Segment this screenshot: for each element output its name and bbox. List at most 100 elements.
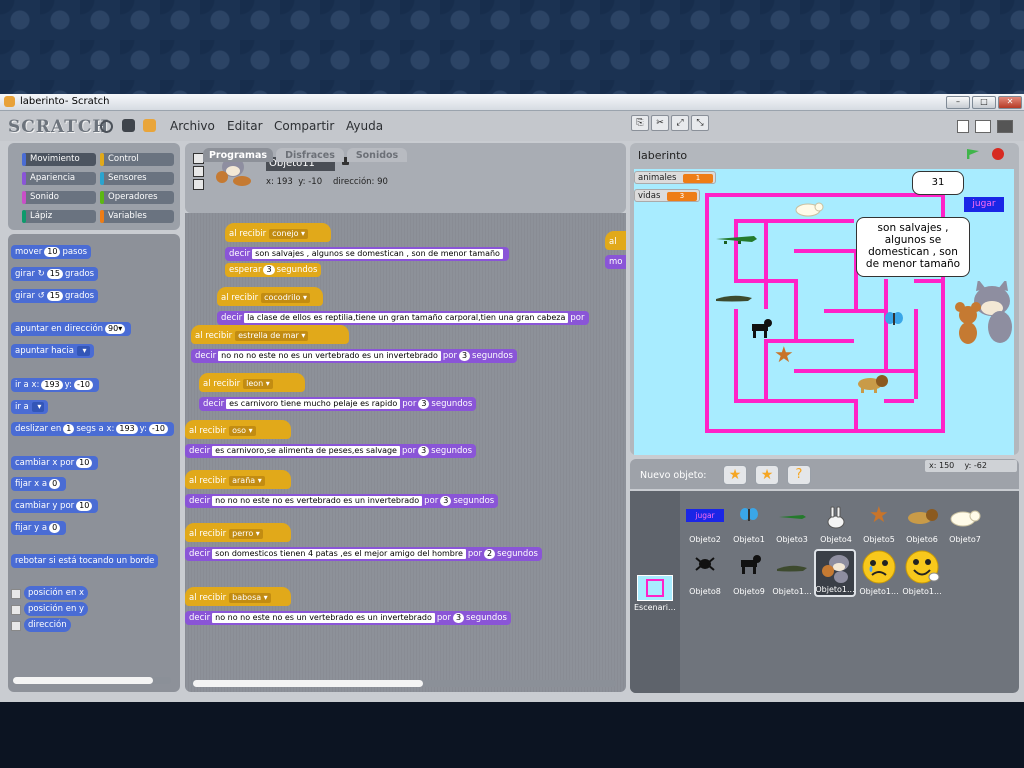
block-apuntar-direccion[interactable]: apuntar en dirección 90▾ — [11, 322, 132, 336]
choose-sprite-button[interactable]: ★ — [755, 465, 779, 485]
minimize-button[interactable]: – — [946, 96, 970, 109]
block-fijar-x[interactable]: fijar x a0 — [11, 477, 67, 491]
rotate-none-icon[interactable] — [193, 179, 204, 190]
globe-icon[interactable] — [100, 120, 113, 133]
message-dropdown[interactable]: cocodrilo ▾ — [261, 292, 310, 303]
block-input[interactable]: 0 — [49, 522, 61, 533]
sprite-item[interactable]: Objeto1... — [770, 551, 814, 599]
reporter-direccion[interactable]: dirección — [24, 618, 71, 632]
sprite-item[interactable]: Objeto1... — [900, 550, 944, 599]
message-dropdown[interactable]: conejo ▾ — [269, 228, 309, 239]
say-text-input[interactable]: es carnivoro tiene mucho pelaje es rapid… — [226, 398, 401, 409]
reporter-posicion-x[interactable]: posición en x — [24, 586, 89, 600]
say-text-input[interactable]: es carnivoro,se alimenta de peses,es sal… — [212, 445, 400, 456]
menu-archivo[interactable]: Archivo — [170, 119, 215, 133]
block-girar-izquierda[interactable]: girar ↺ 15 grados — [11, 289, 99, 303]
sprite-item[interactable]: jugar Objeto2 — [683, 505, 727, 549]
block-input[interactable]: -10 — [148, 423, 168, 434]
block-input[interactable]: 193 — [41, 379, 63, 390]
menu-compartir[interactable]: Compartir — [274, 119, 334, 133]
hat-block-al-recibir[interactable]: al recibir cocodrilo ▾ — [217, 287, 323, 306]
sprite-item[interactable]: Objeto1... — [857, 550, 901, 599]
block-input[interactable]: 2 — [484, 548, 496, 559]
message-dropdown[interactable]: leon ▾ — [243, 378, 273, 389]
block-ir-a[interactable]: ir a ▾ — [11, 400, 49, 414]
stage-thumbnail[interactable] — [637, 575, 673, 601]
hat-block-al-recibir[interactable]: al recibir babosa ▾ — [185, 587, 291, 606]
shrink-icon[interactable]: ⤡ — [691, 115, 709, 131]
category-operadores[interactable]: Operadores — [100, 191, 174, 204]
block-decir[interactable]: decir no no no este no es vertebrado es u… — [185, 494, 499, 508]
category-lapiz[interactable]: Lápiz — [22, 210, 96, 223]
reporter-posicion-y[interactable]: posición en y — [24, 602, 89, 616]
block-input[interactable]: -10 — [73, 379, 94, 390]
block-rebotar[interactable]: rebotar si está tocando un borde — [11, 554, 159, 568]
stage[interactable]: animales 1 vidas 3 ★ jugar 31 son salvaj… — [634, 169, 1014, 455]
grow-icon[interactable]: ⤢ — [671, 115, 689, 131]
block-ir-a-xy[interactable]: ir a x: 193 y: -10 — [11, 378, 100, 392]
hat-block-al-recibir[interactable]: al recibir perro ▾ — [185, 523, 291, 542]
tab-sonidos[interactable]: Sonidos — [347, 148, 407, 162]
block-input[interactable]: 3 — [418, 445, 430, 456]
paint-new-sprite-button[interactable]: ★ — [723, 465, 747, 485]
maximize-button[interactable]: □ — [972, 96, 996, 109]
checkbox-posicion-y[interactable] — [11, 605, 21, 615]
category-sonido[interactable]: Sonido — [22, 191, 96, 204]
scrollbar-thumb[interactable] — [13, 677, 153, 684]
block-input[interactable]: 3 — [263, 264, 275, 275]
block-deslizar[interactable]: deslizar en 1 segs a x: 193 y: -10 — [11, 422, 174, 436]
block-apuntar-hacia[interactable]: apuntar hacia ▾ — [11, 344, 94, 358]
message-dropdown[interactable]: araña ▾ — [229, 475, 265, 486]
hat-block-al-recibir[interactable]: al recibir araña ▾ — [185, 470, 291, 489]
block-dropdown[interactable]: ▾ — [76, 345, 90, 356]
block-fijar-y[interactable]: fijar y a0 — [11, 521, 67, 535]
sprite-item-selected[interactable]: Objeto1... — [814, 549, 856, 597]
block-input[interactable]: 90▾ — [105, 323, 126, 334]
normal-stage-icon[interactable] — [975, 120, 991, 133]
say-text-input[interactable]: son domesticos tienen 4 patas ,es el mej… — [212, 548, 466, 559]
block-input[interactable]: 3 — [418, 398, 430, 409]
message-dropdown[interactable]: estrella de mar ▾ — [235, 330, 309, 341]
message-dropdown[interactable]: babosa ▾ — [229, 592, 271, 603]
hat-block-al-recibir[interactable]: al recibir leon ▾ — [199, 373, 305, 392]
say-text-input[interactable]: la clase de ellos es reptilia,tiene un g… — [244, 312, 569, 323]
block-cambiar-x[interactable]: cambiar x por 10 — [11, 456, 99, 470]
block-cambiar-y[interactable]: cambiar y por 10 — [11, 499, 99, 513]
tab-programas[interactable]: Programas — [203, 148, 273, 162]
message-dropdown[interactable]: perro ▾ — [229, 528, 263, 539]
block-input[interactable]: 15 — [46, 268, 63, 279]
palette-scrollbar[interactable] — [11, 677, 171, 684]
share-icon[interactable] — [143, 119, 156, 132]
block-input[interactable]: 10 — [76, 500, 93, 511]
menu-ayuda[interactable]: Ayuda — [346, 119, 383, 133]
say-text-input[interactable]: son salvajes , algunos se domestican , s… — [252, 248, 503, 259]
menu-editar[interactable]: Editar — [227, 119, 263, 133]
presentation-icon[interactable] — [997, 120, 1013, 133]
block-input[interactable]: 0 — [49, 478, 61, 489]
block-decir[interactable]: decir es carnivoro,se alimenta de peses,e… — [185, 444, 477, 458]
say-text-input[interactable]: no no no este no es un vertebrado es un … — [212, 612, 435, 623]
sprite-item[interactable]: Objeto6 — [900, 505, 944, 549]
scissors-icon[interactable]: ✂ — [651, 115, 669, 131]
block-decir[interactable]: decir la clase de ellos es reptilia,tiene… — [217, 311, 589, 325]
sprite-item[interactable]: Objeto7 — [943, 505, 987, 549]
scripts-scrollbar[interactable] — [191, 680, 616, 687]
block-decir[interactable]: decir son domesticos tienen 4 patas ,es e… — [185, 547, 542, 561]
block-input[interactable]: 15 — [46, 290, 63, 301]
sprite-item[interactable]: Objeto1 — [727, 505, 771, 549]
block-input[interactable]: 3 — [458, 350, 471, 361]
block-decir[interactable]: decir es carnivoro tiene mucho pelaje es … — [199, 397, 477, 411]
sprite-item[interactable]: ★ Objeto5 — [857, 503, 901, 549]
block-girar-derecha[interactable]: girar ↻ 15 grados — [11, 267, 99, 281]
block-decir[interactable]: decir no no no este no es un vertebrado e… — [185, 611, 511, 625]
category-movimiento[interactable]: Movimiento — [22, 153, 96, 166]
rotate-flip-icon[interactable] — [193, 166, 204, 177]
sprite-item[interactable]: Objeto3 — [770, 505, 814, 549]
category-apariencia[interactable]: Apariencia — [22, 172, 96, 185]
block-decir[interactable]: decir son salvajes , algunos se domestica… — [225, 247, 509, 261]
scripts-area[interactable]: al recibir conejo ▾ decir son salvajes , a… — [185, 213, 626, 692]
block-decir[interactable]: decir no no no este no es un vertebrado e… — [191, 349, 517, 363]
tab-disfraces[interactable]: Disfraces — [276, 148, 344, 162]
block-input[interactable]: 10 — [44, 246, 61, 257]
block-partial[interactable]: mo — [605, 255, 626, 269]
